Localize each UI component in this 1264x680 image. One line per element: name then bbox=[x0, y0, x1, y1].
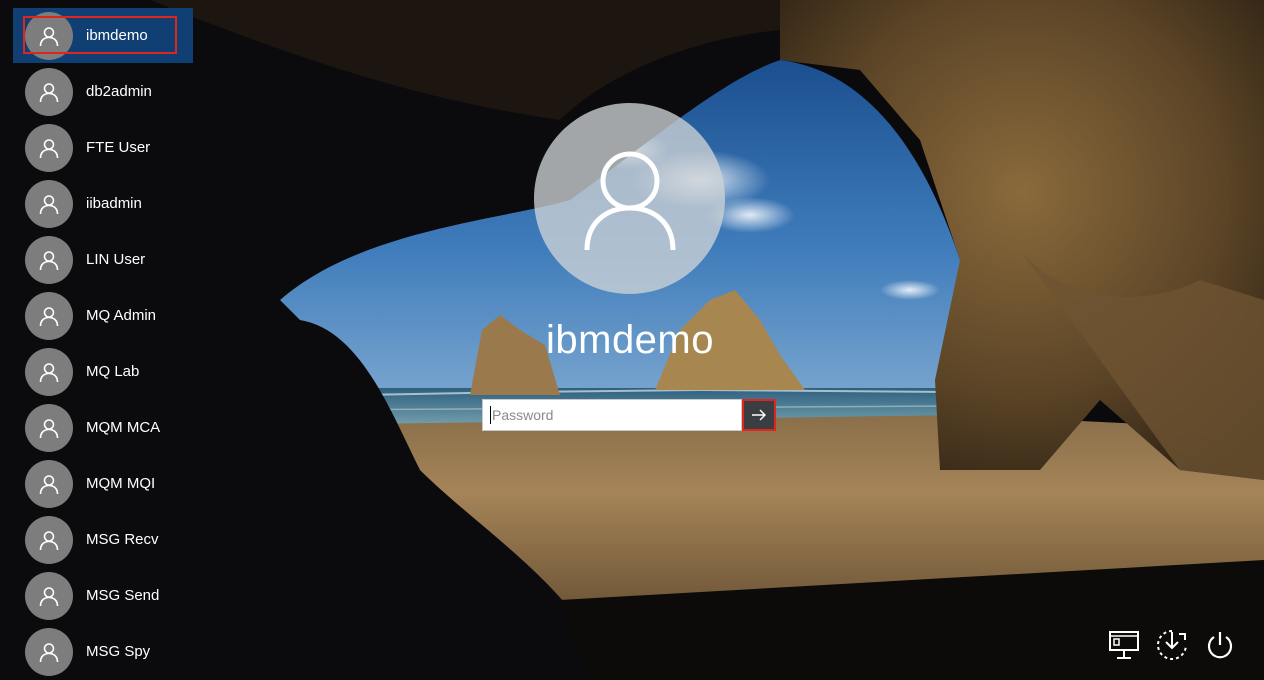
user-item-mq-admin[interactable]: MQ Admin bbox=[13, 288, 193, 343]
lock-screen: ibmdemo db2admin FTE User iibadmin LIN U… bbox=[0, 0, 1264, 680]
password-field[interactable] bbox=[482, 399, 742, 431]
user-item-db2admin[interactable]: db2admin bbox=[13, 64, 193, 119]
user-item-mqm-mca[interactable]: MQM MCA bbox=[13, 400, 193, 455]
arrow-right-icon bbox=[752, 409, 766, 421]
user-avatar-icon bbox=[25, 459, 73, 508]
user-item-fte-user[interactable]: FTE User bbox=[13, 120, 193, 175]
network-icon bbox=[1109, 631, 1139, 659]
account-username: ibmdemo bbox=[545, 318, 714, 362]
user-name: MQM MCA bbox=[86, 419, 161, 436]
user-avatar-icon bbox=[25, 347, 73, 396]
user-avatar-icon bbox=[25, 627, 73, 676]
user-name: MSG Recv bbox=[86, 531, 159, 548]
user-avatar-icon bbox=[25, 11, 73, 60]
user-name: iibadmin bbox=[86, 195, 142, 212]
user-name: MSG Spy bbox=[86, 643, 151, 660]
submit-button[interactable] bbox=[742, 399, 776, 431]
user-item-ibmdemo[interactable]: ibmdemo bbox=[13, 8, 193, 63]
user-name: FTE User bbox=[86, 139, 151, 156]
user-avatar-icon bbox=[25, 179, 73, 228]
ease-of-access-icon bbox=[1157, 630, 1187, 660]
user-avatar-icon bbox=[25, 515, 73, 564]
power-icon bbox=[1207, 632, 1233, 659]
user-avatar-icon bbox=[25, 571, 73, 620]
account-avatar-icon bbox=[534, 103, 725, 294]
user-avatar-icon bbox=[25, 67, 73, 116]
user-item-msg-recv[interactable]: MSG Recv bbox=[13, 512, 193, 567]
user-item-lin-user[interactable]: LIN User bbox=[13, 232, 193, 287]
user-name: ibmdemo bbox=[86, 27, 148, 44]
user-name: MSG Send bbox=[86, 587, 160, 604]
user-avatar-icon bbox=[25, 235, 73, 284]
ease-of-access-button[interactable] bbox=[1153, 626, 1191, 664]
user-name: MQ Lab bbox=[86, 363, 140, 380]
password-row bbox=[482, 399, 778, 431]
user-item-mq-lab[interactable]: MQ Lab bbox=[13, 344, 193, 399]
user-item-iibadmin[interactable]: iibadmin bbox=[13, 176, 193, 231]
user-name: db2admin bbox=[86, 83, 152, 100]
user-avatar-icon bbox=[25, 403, 73, 452]
user-name: MQ Admin bbox=[86, 307, 157, 324]
user-item-msg-send[interactable]: MSG Send bbox=[13, 568, 193, 623]
user-name: LIN User bbox=[86, 251, 146, 268]
user-name: MQM MQI bbox=[86, 475, 156, 492]
user-avatar-icon bbox=[25, 123, 73, 172]
power-button[interactable] bbox=[1201, 626, 1239, 664]
network-button[interactable] bbox=[1106, 626, 1144, 664]
user-item-mqm-mqi[interactable]: MQM MQI bbox=[13, 456, 193, 511]
text-caret bbox=[490, 406, 491, 424]
user-list: ibmdemo db2admin FTE User iibadmin LIN U… bbox=[13, 8, 193, 680]
user-avatar-icon bbox=[25, 291, 73, 340]
user-item-msg-spy[interactable]: MSG Spy bbox=[13, 624, 193, 679]
